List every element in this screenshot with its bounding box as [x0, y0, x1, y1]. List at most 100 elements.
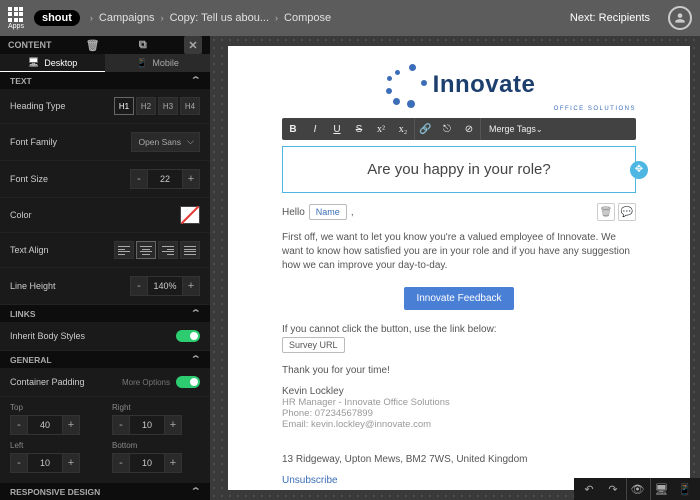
duplicate-icon[interactable]: ⧉ [134, 36, 152, 54]
row-delete-icon[interactable]: 🗑 [597, 203, 615, 221]
strike-button[interactable]: S [348, 118, 370, 140]
crumb-compose[interactable]: Compose [284, 12, 331, 24]
font-family-select[interactable]: Open Sans [131, 132, 200, 152]
chevron-right-icon: › [90, 13, 93, 23]
logo-text: Innovate [433, 71, 536, 99]
section-general[interactable]: GENERAL⌃ [0, 351, 210, 368]
pad-left-label: Left [10, 441, 98, 450]
canvas: Innovate OFFICE SOLUTIONS B I U S x² x₂ … [210, 36, 700, 500]
logo-subtitle: OFFICE SOLUTIONS [554, 106, 636, 112]
crumb-copy[interactable]: Copy: Tell us abou... [170, 12, 269, 24]
subscript-button[interactable]: x₂ [392, 118, 414, 140]
chevron-down-icon: ⌄ [536, 125, 543, 134]
section-responsive[interactable]: RESPONSIVE DESIGN⌃ [0, 483, 210, 500]
pad-top-label: Top [10, 403, 98, 412]
increment-button[interactable]: + [182, 276, 200, 296]
line-height-stepper[interactable]: - + [130, 276, 200, 296]
chevron-up-icon: ⌃ [191, 75, 202, 86]
headline-block[interactable]: Are you happy in your role? [282, 146, 636, 193]
breadcrumb: › Campaigns › Copy: Tell us abou... › Co… [90, 12, 331, 24]
superscript-button[interactable]: x² [370, 118, 392, 140]
heading-h4[interactable]: H4 [180, 97, 200, 115]
sig-email: Email: kevin.lockley@innovate.com [282, 419, 636, 430]
section-links[interactable]: LINKS⌃ [0, 305, 210, 322]
drag-handle-icon[interactable]: ✥ [630, 161, 648, 179]
font-size-stepper[interactable]: - + [130, 169, 200, 189]
section-text[interactable]: TEXT⌃ [0, 72, 210, 89]
unlink-button[interactable]: ⎋ [436, 118, 458, 140]
brand-logo: shout [34, 10, 80, 26]
clear-format-button[interactable]: ⊘ [458, 118, 480, 140]
chevron-up-icon: ⌃ [191, 354, 202, 365]
sig-name: Kevin Lockley [282, 386, 636, 397]
chevron-up-icon: ⌃ [191, 308, 202, 319]
row-comment-icon[interactable]: 💬 [618, 203, 636, 221]
delete-icon[interactable]: 🗑 [84, 36, 102, 54]
heading-h3[interactable]: H3 [158, 97, 178, 115]
cta-button[interactable]: Innovate Feedback [404, 287, 513, 310]
apps-label: Apps [8, 23, 24, 30]
user-avatar[interactable] [668, 6, 692, 30]
survey-url-chip[interactable]: Survey URL [282, 337, 345, 353]
underline-button[interactable]: U [326, 118, 348, 140]
more-options-label: More Options [122, 378, 170, 387]
pad-bottom-label: Bottom [112, 441, 200, 450]
mobile-preview-icon[interactable]: 📱 [674, 478, 696, 500]
sig-title: HR Manager - Innovate Office Solutions [282, 397, 636, 408]
color-swatch[interactable] [180, 206, 200, 224]
inherit-body-label: Inherit Body Styles [10, 331, 176, 341]
desktop-icon: 🖥 [28, 57, 39, 68]
redo-button[interactable]: ↷ [602, 478, 624, 500]
pad-top-stepper[interactable]: -+ [10, 415, 98, 435]
thanks-text: Thank you for your time! [282, 365, 636, 376]
container-padding-label: Container Padding [10, 377, 122, 387]
line-height-label: Line Height [10, 281, 130, 291]
line-height-input[interactable] [148, 276, 182, 296]
bold-button[interactable]: B [282, 118, 304, 140]
font-size-label: Font Size [10, 174, 130, 184]
greeting-text: Hello [282, 207, 305, 218]
preview-button[interactable]: 👁 [626, 478, 648, 500]
tab-mobile[interactable]: 📱 Mobile [105, 54, 210, 72]
sig-phone: Phone: 07234567899 [282, 408, 636, 419]
heading-h1[interactable]: H1 [114, 97, 134, 115]
pad-right-label: Right [112, 403, 200, 412]
body-text[interactable]: First off, we want to let you know you'r… [282, 231, 636, 273]
sidebar: CONTENT 🗑 ⧉ ✕ 🖥 Desktop 📱 Mobile TEXT⌃ H… [0, 36, 210, 500]
align-justify[interactable] [180, 241, 200, 259]
name-merge-chip[interactable]: Name [309, 204, 347, 220]
inherit-body-toggle[interactable] [176, 330, 200, 342]
italic-button[interactable]: I [304, 118, 326, 140]
heading-h2[interactable]: H2 [136, 97, 156, 115]
next-step-link[interactable]: Next: Recipients [570, 12, 650, 24]
desktop-preview-icon[interactable]: 🖥 [650, 478, 672, 500]
close-icon[interactable]: ✕ [184, 36, 202, 54]
merge-tags-button[interactable]: Merge Tags ⌄ [480, 118, 551, 140]
color-label: Color [10, 210, 180, 220]
align-left[interactable] [114, 241, 134, 259]
text-toolbar: B I U S x² x₂ 🔗 ⎋ ⊘ Merge Tags ⌄ [282, 118, 636, 140]
pad-right-stepper[interactable]: -+ [112, 415, 200, 435]
align-center[interactable] [136, 241, 156, 259]
decrement-button[interactable]: - [130, 276, 148, 296]
logo-mark-icon [383, 62, 429, 108]
align-right[interactable] [158, 241, 178, 259]
increment-button[interactable]: + [182, 169, 200, 189]
email-page[interactable]: Innovate OFFICE SOLUTIONS B I U S x² x₂ … [228, 46, 690, 490]
crumb-campaigns[interactable]: Campaigns [99, 12, 155, 24]
pad-left-stepper[interactable]: -+ [10, 453, 98, 473]
font-size-input[interactable] [148, 169, 182, 189]
apps-menu[interactable]: Apps [8, 7, 24, 30]
chevron-up-icon: ⌃ [191, 486, 202, 497]
pad-bottom-stepper[interactable]: -+ [112, 453, 200, 473]
chevron-right-icon: › [161, 13, 164, 23]
tab-desktop[interactable]: 🖥 Desktop [0, 54, 105, 72]
undo-button[interactable]: ↶ [578, 478, 600, 500]
decrement-button[interactable]: - [130, 169, 148, 189]
address-text: 13 Ridgeway, Upton Mews, BM2 7WS, United… [282, 454, 636, 465]
signature: Kevin Lockley HR Manager - Innovate Offi… [282, 386, 636, 430]
link-button[interactable]: 🔗 [414, 118, 436, 140]
heading-type-label: Heading Type [10, 101, 114, 111]
more-options-toggle[interactable] [176, 376, 200, 388]
canvas-bottom-bar: ↶ ↷ 👁 🖥 📱 [574, 478, 700, 500]
